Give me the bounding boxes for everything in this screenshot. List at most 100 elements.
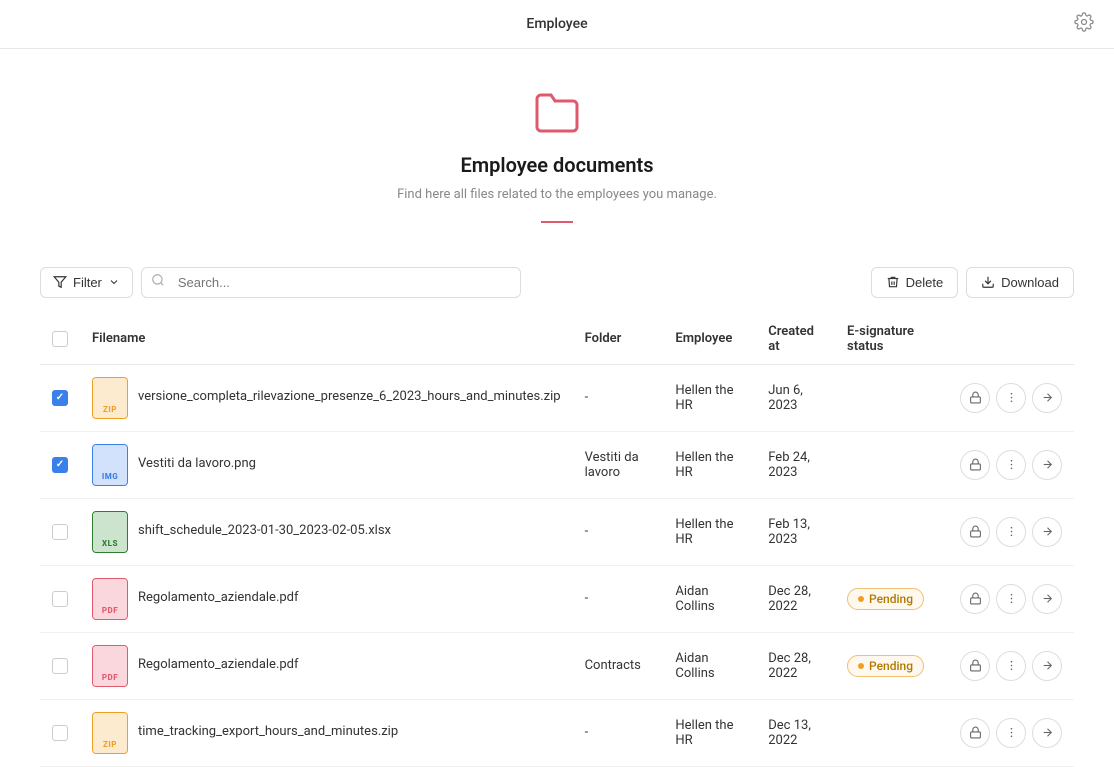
col-header-created: Created at — [756, 314, 835, 365]
filter-button[interactable]: Filter — [40, 267, 133, 298]
file-name: Regolamento_aziendale.pdf — [138, 656, 299, 674]
file-name: versione_completa_rilevazione_presenze_6… — [138, 388, 561, 406]
lock-icon-button[interactable] — [960, 383, 990, 413]
filter-label: Filter — [73, 275, 102, 290]
row-created-cell: Feb 24, 2023 — [756, 431, 835, 498]
table-row: IMG Vestiti da lavoro.png Vestiti da lav… — [40, 431, 1074, 498]
row-checkbox-cell — [40, 699, 80, 766]
table-row: PDF Regolamento_aziendale.pdf Contracts … — [40, 632, 1074, 699]
lock-icon-button[interactable] — [960, 651, 990, 681]
row-employee-cell: Hellen the HR — [663, 498, 756, 565]
file-name: Vestiti da lavoro.png — [138, 455, 256, 473]
row-checkbox-cell — [40, 565, 80, 632]
row-filename-cell: XLS shift_schedule_2023-01-30_2023-02-05… — [80, 498, 573, 565]
file-name: shift_schedule_2023-01-30_2023-02-05.xls… — [138, 522, 391, 540]
row-status-cell — [835, 699, 948, 766]
table-row: XLS shift_schedule_2023-01-30_2023-02-05… — [40, 498, 1074, 565]
row-checkbox[interactable] — [52, 658, 68, 674]
more-options-button[interactable] — [996, 584, 1026, 614]
page-header: Employee — [0, 0, 1114, 49]
file-type-badge: PDF — [92, 578, 128, 620]
row-folder-cell: Contracts — [573, 632, 664, 699]
file-name: Regolamento_aziendale.pdf — [138, 589, 299, 607]
row-actions-cell — [948, 431, 1074, 498]
row-checkbox[interactable] — [52, 591, 68, 607]
col-header-status: E-signature status — [835, 314, 948, 365]
status-dot — [858, 663, 864, 669]
row-employee-cell: Aidan Collins — [663, 632, 756, 699]
more-options-button[interactable] — [996, 450, 1026, 480]
more-options-button[interactable] — [996, 517, 1026, 547]
row-status-cell: Pending — [835, 565, 948, 632]
search-input[interactable] — [141, 267, 521, 298]
row-employee-cell: Aidan Collins — [663, 565, 756, 632]
row-checkbox[interactable] — [52, 457, 68, 473]
status-dot — [858, 596, 864, 602]
row-employee-cell: Hellen the HR — [663, 364, 756, 431]
row-folder-cell: - — [573, 699, 664, 766]
navigate-button[interactable] — [1032, 718, 1062, 748]
navigate-button[interactable] — [1032, 450, 1062, 480]
row-filename-cell: ZIP versione_completa_rilevazione_presen… — [80, 364, 573, 431]
row-checkbox[interactable] — [52, 390, 68, 406]
settings-icon[interactable] — [1074, 12, 1094, 36]
status-badge: Pending — [847, 588, 924, 610]
download-button[interactable]: Download — [966, 267, 1074, 298]
row-checkbox-cell — [40, 364, 80, 431]
row-actions-cell — [948, 498, 1074, 565]
row-created-cell: Dec 28, 2022 — [756, 565, 835, 632]
row-folder-cell: - — [573, 364, 664, 431]
row-status-cell — [835, 364, 948, 431]
status-badge: Pending — [847, 655, 924, 677]
download-icon — [981, 275, 995, 289]
row-employee-cell: Hellen the HR — [663, 431, 756, 498]
navigate-button[interactable] — [1032, 584, 1062, 614]
lock-icon-button[interactable] — [960, 517, 990, 547]
row-employee-cell: Hellen the HR — [663, 699, 756, 766]
table-row: ZIP time_tracking_export_hours_and_minut… — [40, 699, 1074, 766]
lock-icon-button[interactable] — [960, 584, 990, 614]
table-header-row: Filename Folder Employee Created at E-si… — [40, 314, 1074, 365]
toolbar-left: Filter — [40, 267, 521, 298]
file-type-badge: IMG — [92, 444, 128, 486]
file-type-badge: ZIP — [92, 377, 128, 419]
col-header-actions — [948, 314, 1074, 365]
row-folder-cell: - — [573, 498, 664, 565]
row-checkbox-cell — [40, 431, 80, 498]
more-options-button[interactable] — [996, 383, 1026, 413]
row-actions-cell — [948, 565, 1074, 632]
row-created-cell: Dec 13, 2022 — [756, 699, 835, 766]
file-name: time_tracking_export_hours_and_minutes.z… — [138, 723, 398, 741]
toolbar-right: Delete Download — [871, 267, 1074, 298]
trash-icon — [886, 275, 900, 289]
navigate-button[interactable] — [1032, 517, 1062, 547]
navigate-button[interactable] — [1032, 651, 1062, 681]
download-label: Download — [1001, 275, 1059, 290]
file-type-badge: PDF — [92, 645, 128, 687]
folder-icon — [533, 89, 581, 141]
row-filename-cell: ZIP time_tracking_export_hours_and_minut… — [80, 699, 573, 766]
lock-icon-button[interactable] — [960, 718, 990, 748]
row-created-cell: Jun 6, 2023 — [756, 364, 835, 431]
row-checkbox[interactable] — [52, 725, 68, 741]
search-icon — [151, 273, 165, 291]
select-all-checkbox[interactable] — [52, 331, 68, 347]
row-status-cell: Pending — [835, 632, 948, 699]
navigate-button[interactable] — [1032, 383, 1062, 413]
row-folder-cell: - — [573, 565, 664, 632]
more-options-button[interactable] — [996, 718, 1026, 748]
delete-label: Delete — [906, 275, 944, 290]
documents-table: Filename Folder Employee Created at E-si… — [0, 314, 1114, 767]
file-type-badge: XLS — [92, 511, 128, 553]
table-row: PDF Regolamento_aziendale.pdf - Aidan Co… — [40, 565, 1074, 632]
row-created-cell: Feb 13, 2023 — [756, 498, 835, 565]
row-status-cell — [835, 498, 948, 565]
lock-icon-button[interactable] — [960, 450, 990, 480]
row-filename-cell: IMG Vestiti da lavoro.png — [80, 431, 573, 498]
row-filename-cell: PDF Regolamento_aziendale.pdf — [80, 632, 573, 699]
filter-icon — [53, 275, 67, 289]
more-options-button[interactable] — [996, 651, 1026, 681]
row-actions-cell — [948, 632, 1074, 699]
delete-button[interactable]: Delete — [871, 267, 959, 298]
row-checkbox[interactable] — [52, 524, 68, 540]
